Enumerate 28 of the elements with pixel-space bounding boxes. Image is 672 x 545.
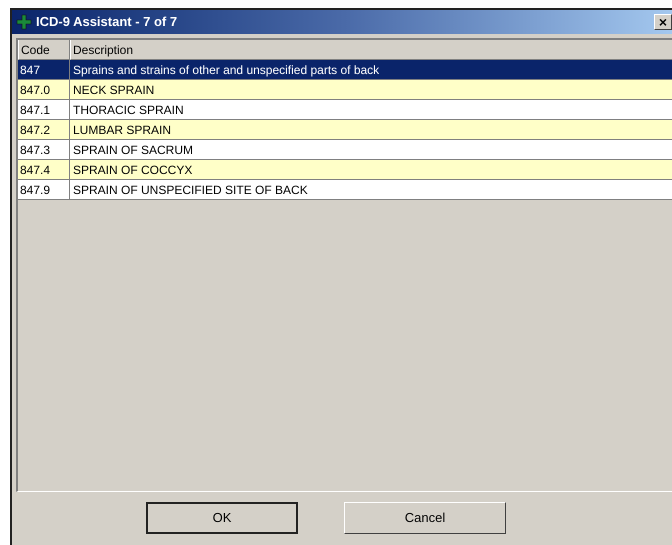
- table-cell-text: SPRAIN OF SACRUM: [72, 142, 194, 158]
- table-cell: 847.2: [18, 120, 70, 139]
- table-cell: 847.4: [18, 160, 70, 179]
- table-cell: 847.9: [18, 180, 70, 199]
- table-cell-text: Sprains and strains of other and unspecified parts of back: [72, 62, 380, 78]
- column-header[interactable]: Code: [18, 40, 70, 60]
- table-cell: 847.0: [18, 80, 70, 99]
- close-button[interactable]: ×: [654, 14, 672, 30]
- cross-icon: [16, 14, 32, 30]
- column-header[interactable]: Description: [70, 40, 672, 60]
- table-row[interactable]: 847 Sprains and strains of other and unspecified parts of back: [18, 60, 672, 80]
- table-row[interactable]: 847.3 SPRAIN OF SACRUM: [18, 140, 672, 160]
- table-row[interactable]: 847.2 LUMBAR SPRAIN: [18, 120, 672, 140]
- table-cell: 847.3: [18, 140, 70, 159]
- table-row[interactable]: 847.4 SPRAIN OF COCCYX: [18, 160, 672, 180]
- table-row[interactable]: 847.1 THORACIC SPRAIN: [18, 100, 672, 120]
- table-cell-text: LUMBAR SPRAIN: [72, 122, 172, 138]
- table-cell: 847: [18, 60, 70, 79]
- table-cell-text: SPRAIN OF UNSPECIFIED SITE OF BACK: [72, 182, 309, 198]
- cancel-button[interactable]: Cancel: [344, 502, 506, 534]
- table-row[interactable]: 847.0 NECK SPRAIN: [18, 80, 672, 100]
- table-cell-text: NECK SPRAIN: [72, 82, 156, 98]
- table-cell-text: SPRAIN OF COCCYX: [72, 162, 194, 178]
- table-row[interactable]: 847.9 SPRAIN OF UNSPECIFIED SITE OF BACK: [18, 180, 672, 200]
- table-cell-text: THORACIC SPRAIN: [72, 102, 185, 118]
- table-cell: 847.1: [18, 100, 70, 119]
- ok-button[interactable]: OK: [146, 502, 298, 534]
- window-title: ICD-9 Assistant - 7 of 7: [36, 13, 178, 32]
